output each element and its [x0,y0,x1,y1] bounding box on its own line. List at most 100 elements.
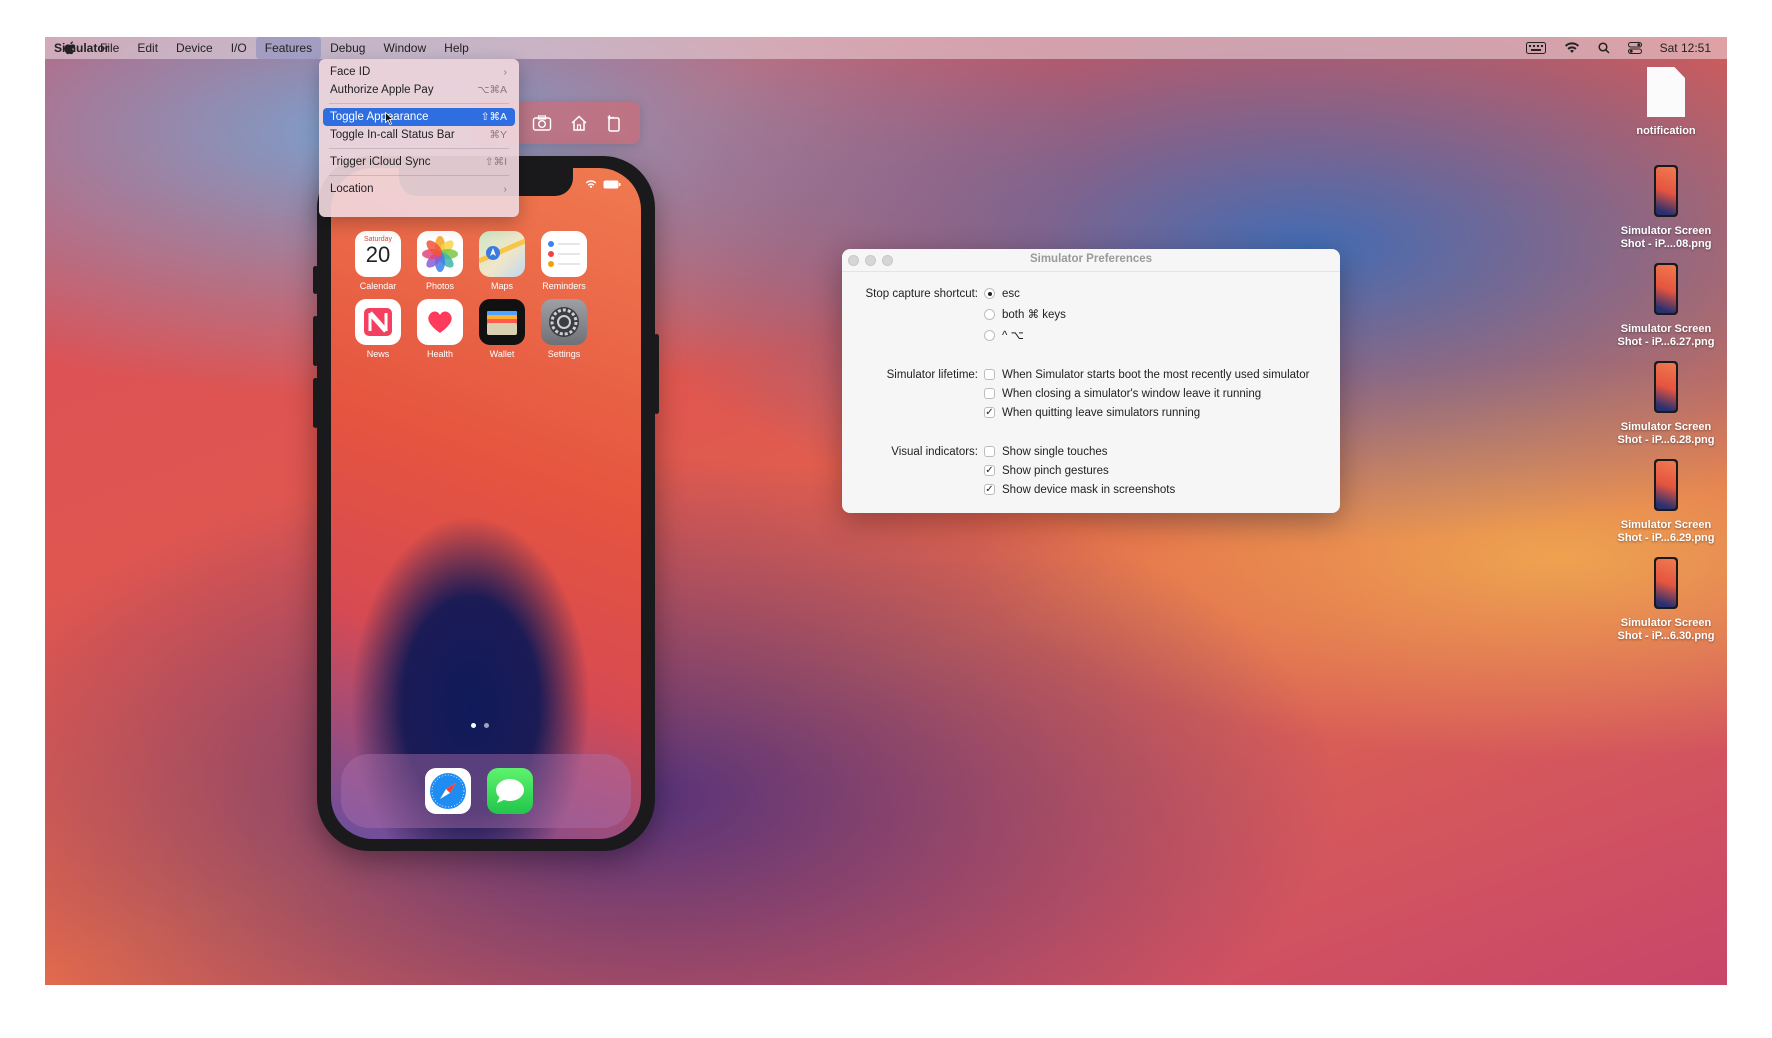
radio-both-cmd-keys[interactable] [984,309,995,320]
desktop-file-screenshot[interactable]: Simulator Screen Shot - iP...6.28.png [1611,361,1721,447]
desktop-file-name: Simulator Screen [1620,225,1712,237]
visual-row: ✓ Show device mask in screenshots [842,482,1340,498]
app-health[interactable]: Health [415,299,465,359]
radio-esc[interactable] [984,288,995,299]
keyboard-input-icon[interactable] [1525,42,1546,54]
checkbox-pinch-gestures[interactable]: ✓ [984,465,995,476]
screenshot-thumbnail-icon [1654,557,1678,609]
iphone-simulator[interactable]: Saturday 20 Calendar Photos Maps Reminde… [313,156,659,851]
menu-io[interactable]: I/O [222,37,256,59]
menu-item-toggle-in-call-status-bar[interactable]: Toggle In-call Status Bar ⌘Y [323,126,515,144]
rotate-icon[interactable] [604,114,624,132]
checkbox-boot-recent[interactable] [984,369,995,380]
menu-separator [329,175,509,176]
checkbox-device-mask[interactable]: ✓ [984,484,995,495]
lifetime-row: Simulator lifetime: When Simulator start… [842,367,1340,383]
side-button [654,334,659,414]
home-icon[interactable] [569,114,589,132]
desktop-file-screenshot[interactable]: Simulator Screen Shot - iP...6.29.png [1611,459,1721,545]
radio-label: esc [1002,288,1020,300]
simulator-preferences-window: Simulator Preferences Stop capture short… [842,249,1340,513]
visual-row: ✓ Show pinch gestures [842,463,1340,479]
menu-app-name[interactable]: Simulator [45,37,113,59]
desktop-file-screenshot[interactable]: Simulator Screen Shot - iP....08.png [1611,165,1721,251]
radio-ctrl-option[interactable] [984,330,995,341]
volume-up-button [313,316,318,366]
wifi-icon[interactable] [1564,42,1580,54]
menu-edit[interactable]: Edit [128,37,167,59]
screenshot-thumbnail-icon [1654,165,1678,217]
page-dot [484,723,489,728]
menu-item-toggle-appearance[interactable]: Toggle Appearance ⇧⌘A [323,108,515,126]
menu-shortcut: ⇧⌘A [480,111,507,123]
safari-icon[interactable] [425,768,471,814]
app-calendar[interactable]: Saturday 20 Calendar [353,231,403,291]
checkbox-single-touches[interactable] [984,446,995,457]
visual-label: Visual indicators: [891,446,978,458]
menu-item-face-id[interactable]: Face ID › [323,63,515,81]
maps-icon [479,231,525,277]
checkbox-label: Show single touches [1002,446,1108,458]
volume-down-button [313,378,318,428]
prefs-titlebar[interactable]: Simulator Preferences [842,249,1340,272]
health-icon [417,299,463,345]
checkbox-label: Show pinch gestures [1002,465,1109,477]
app-maps[interactable]: Maps [477,231,527,291]
app-news[interactable]: News [353,299,403,359]
menu-item-location[interactable]: Location › [323,180,515,198]
app-label: News [366,349,390,359]
menu-debug[interactable]: Debug [321,37,374,59]
desktop-file-name: Simulator Screen [1620,323,1712,335]
mouse-cursor-icon [385,112,394,125]
menu-device[interactable]: Device [167,37,222,59]
app-label: Calendar [359,281,397,291]
messages-icon[interactable] [487,768,533,814]
desktop-file-notification[interactable]: notification [1611,67,1721,138]
search-icon[interactable] [1598,42,1610,54]
app-label: Photos [425,281,455,291]
app-reminders[interactable]: Reminders [539,231,589,291]
app-label: Maps [490,281,513,291]
lifetime-label: Simulator lifetime: [886,369,978,381]
desktop-file-screenshot[interactable]: Simulator Screen Shot - iP...6.27.png [1611,263,1721,349]
checkbox-label: Show device mask in screenshots [1002,484,1176,496]
checkbox-leave-running-on-quit[interactable]: ✓ [984,407,995,418]
window-title: Simulator Preferences [1029,253,1153,265]
calendar-icon: Saturday 20 [355,231,401,277]
news-icon [355,299,401,345]
submenu-arrow-icon: › [503,66,508,78]
control-center-icon[interactable] [1627,42,1642,54]
phone-home-screen[interactable]: Saturday 20 Calendar Photos Maps Reminde… [331,168,641,839]
menu-item-label: Face ID [330,66,371,78]
menu-help[interactable]: Help [435,37,478,59]
menu-item-trigger-icloud-sync[interactable]: Trigger iCloud Sync ⇧⌘I [323,153,515,171]
desktop-file-name: Shot - iP...6.30.png [1617,630,1715,642]
menu-features[interactable]: Features [255,37,322,59]
menu-shortcut: ⌘Y [489,129,507,141]
page-indicator[interactable] [471,723,489,728]
stop-capture-row: ^ ⌥ [842,328,1340,344]
desktop-file-screenshot[interactable]: Simulator Screen Shot - iP...6.30.png [1611,557,1721,643]
phone-dock [341,754,631,828]
app-photos[interactable]: Photos [415,231,465,291]
screenshot-thumbnail-icon [1654,361,1678,413]
desktop-file-name: Shot - iP...6.29.png [1617,532,1715,544]
stop-capture-row: Stop capture shortcut: esc [842,286,1340,302]
checkbox-label: When quitting leave simulators running [1002,407,1201,419]
app-wallet[interactable]: Wallet [477,299,527,359]
desktop-file-name: notification [1636,125,1696,137]
menu-separator [329,103,509,104]
app-label: Health [426,349,453,359]
camera-icon[interactable] [532,114,552,132]
menu-clock[interactable]: Sat 12:51 [1660,41,1711,55]
menu-item-label: Toggle Appearance [330,111,429,123]
app-settings[interactable]: Settings [539,299,589,359]
checkbox-leave-running-on-close[interactable] [984,388,995,399]
menu-window[interactable]: Window [374,37,435,59]
desktop-file-name: Simulator Screen [1620,617,1712,629]
radio-label: both ⌘ keys [1002,309,1066,321]
menu-item-authorize-apple-pay[interactable]: Authorize Apple Pay ⌥⌘A [323,81,515,99]
menu-item-label: Location [330,183,374,195]
menu-shortcut: ⇧⌘I [484,156,507,168]
lifetime-row: ✓ When quitting leave simulators running [842,405,1340,421]
